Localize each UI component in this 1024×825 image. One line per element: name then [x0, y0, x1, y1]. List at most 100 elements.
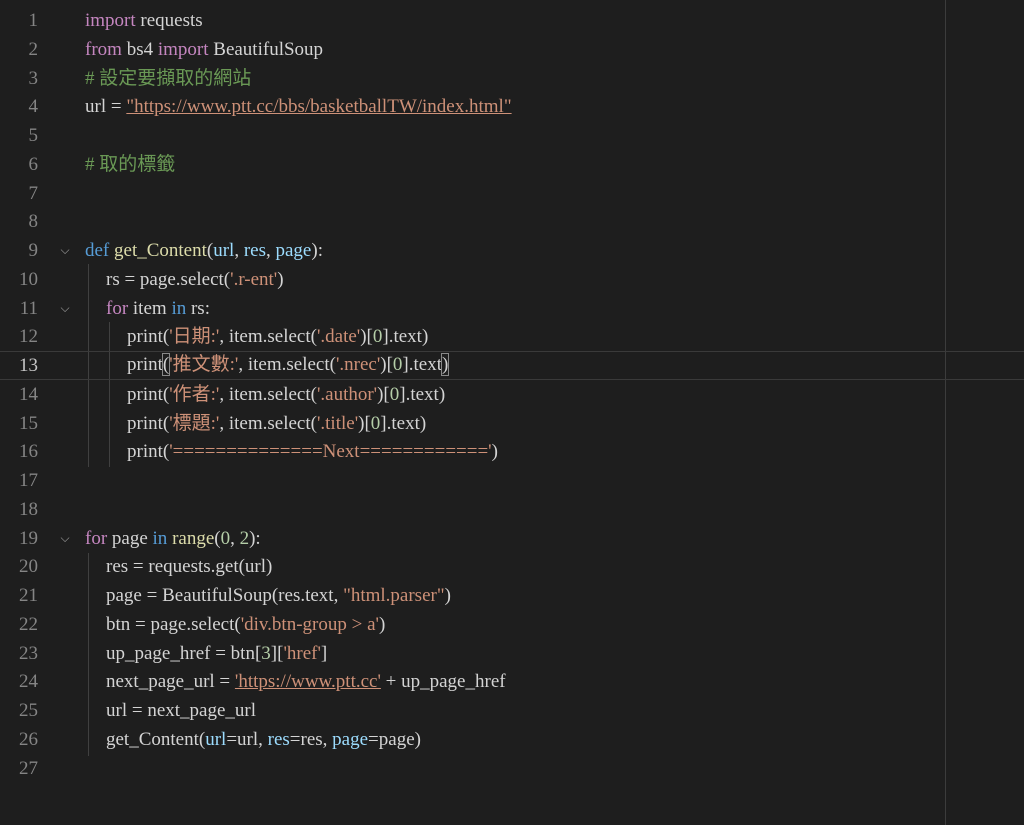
code-text: next_page_url = 'https://www.ptt.cc' + u…	[106, 667, 506, 696]
code-line[interactable]: 19 ⌵ for page in range(0, 2):	[0, 524, 1024, 553]
code-token: requests	[135, 10, 203, 31]
code-token: ):	[311, 240, 323, 261]
code-token: =page)	[368, 728, 421, 750]
line-number: 27	[19, 757, 38, 779]
line-number: 24	[19, 671, 38, 693]
line-number: 17	[19, 470, 38, 491]
code-token: ,	[234, 240, 244, 261]
code-token: page = BeautifulSoup(res.text,	[106, 585, 344, 606]
code-line[interactable]: 2 from bs4 import BeautifulSoup	[0, 35, 1024, 64]
line-number: 25	[19, 700, 38, 721]
code-text: def get_Content(url, res, page):	[85, 236, 323, 265]
code-token: bs4	[121, 38, 158, 60]
code-line[interactable]: 11 ⌵ for item in rs:	[0, 294, 1024, 323]
code-line[interactable]: 5	[0, 121, 1024, 150]
code-text: page = BeautifulSoup(res.text, "html.par…	[106, 581, 451, 610]
code-text: url = "https://www.ptt.cc/bbs/basketball…	[85, 92, 512, 121]
line-number: 21	[19, 585, 38, 606]
code-token: )[	[377, 383, 390, 405]
code-token: '.nrec'	[335, 354, 381, 375]
code-text: # 設定要擷取的網站	[85, 64, 251, 93]
code-token: def	[85, 240, 110, 261]
code-text: print('推文數:', item.select('.nrec')[0].te…	[127, 351, 450, 378]
code-line[interactable]: 8	[0, 207, 1024, 236]
code-text: rs = page.select('.r-ent')	[106, 265, 284, 294]
code-line[interactable]: 24 next_page_url = 'https://www.ptt.cc' +…	[0, 667, 1024, 696]
code-line[interactable]: 22 btn = page.select('div.btn-group > a')	[0, 610, 1024, 639]
code-token: '推文數:'	[169, 354, 239, 375]
code-token: url =	[85, 96, 127, 118]
code-token: btn = page.select(	[106, 613, 241, 635]
line-number: 14	[19, 383, 38, 405]
code-token: )	[277, 268, 284, 290]
code-line[interactable]: 3 # 設定要擷取的網站	[0, 64, 1024, 93]
code-token: ][	[270, 642, 284, 664]
code-token: from	[85, 38, 122, 60]
code-token: '.r-ent'	[230, 268, 278, 290]
code-text: import requests	[85, 6, 203, 35]
line-number: 10	[19, 268, 38, 290]
code-line[interactable]: 27	[0, 754, 1024, 783]
code-token: ].text)	[382, 326, 429, 348]
code-line[interactable]: 13 print('推文數:', item.select('.nrec')[0].…	[0, 351, 1024, 380]
code-line[interactable]: 10 rs = page.select('.r-ent')	[0, 265, 1024, 294]
code-token: )	[491, 441, 498, 463]
code-token: res = requests.get(url)	[106, 556, 273, 578]
code-token: , item.select(	[219, 326, 317, 348]
code-token: ].text	[402, 354, 442, 375]
code-token: ):	[249, 527, 261, 549]
code-line[interactable]: 17	[0, 466, 1024, 495]
code-line[interactable]: 1 import requests	[0, 6, 1024, 35]
code-line[interactable]: 20 res = requests.get(url)	[0, 552, 1024, 581]
code-token: page	[332, 728, 369, 750]
code-token: ,	[266, 240, 276, 261]
code-line[interactable]: 14 print('作者:', item.select('.author')[0]…	[0, 380, 1024, 409]
fold-chevron-icon[interactable]: ⌵	[58, 524, 72, 553]
code-token: rs:	[186, 297, 210, 319]
code-token: '標題:'	[169, 412, 220, 434]
code-text: get_Content(url=url, res=res, page=page)	[106, 725, 421, 754]
line-number: 22	[19, 613, 38, 635]
code-token: ].text)	[399, 383, 446, 405]
code-token: "html.parser"	[343, 585, 445, 606]
line-number: 11	[19, 297, 38, 319]
code-line[interactable]: 21 page = BeautifulSoup(res.text, "html.p…	[0, 581, 1024, 610]
code-line[interactable]: 16 print('==============Next============'…	[0, 437, 1024, 466]
code-token: import	[85, 10, 136, 31]
code-token: print	[127, 354, 163, 375]
line-number: 12	[19, 326, 38, 348]
code-text: url = next_page_url	[106, 696, 256, 725]
code-token: + up_page_href	[380, 671, 506, 693]
line-number: 18	[19, 498, 38, 520]
code-line[interactable]: 15 print('標題:', item.select('.title')[0].…	[0, 409, 1024, 438]
code-token: item	[128, 297, 172, 319]
code-text: print('==============Next============')	[127, 437, 498, 466]
line-number: 15	[19, 412, 38, 434]
code-token: page	[275, 240, 312, 261]
code-line[interactable]: 18	[0, 495, 1024, 524]
code-line[interactable]: 23 up_page_href = btn[3]['href']	[0, 639, 1024, 668]
code-line[interactable]: 25 url = next_page_url	[0, 696, 1024, 725]
code-editor[interactable]: 1 import requests 2 from bs4 import Beautif…	[0, 0, 1024, 825]
fold-chevron-icon[interactable]: ⌵	[58, 294, 72, 323]
code-token: url	[205, 728, 227, 750]
code-line[interactable]: 6 # 取的標籤	[0, 150, 1024, 179]
line-number: 3	[28, 67, 39, 89]
line-number: 23	[19, 642, 38, 664]
code-token: )	[444, 585, 451, 606]
line-number: 2	[28, 38, 39, 60]
code-text: print('日期:', item.select('.date')[0].tex…	[127, 322, 428, 351]
code-token: )[	[380, 354, 393, 375]
code-line[interactable]: 9 ⌵ def get_Content(url, res, page):	[0, 236, 1024, 265]
code-line[interactable]: 12 print('日期:', item.select('.date')[0].t…	[0, 322, 1024, 351]
line-number: 7	[28, 182, 39, 204]
code-text: btn = page.select('div.btn-group > a')	[106, 610, 385, 639]
code-token: 0	[220, 527, 231, 549]
code-token: 0	[389, 383, 400, 405]
code-token: =url,	[226, 728, 268, 750]
code-token: 3	[261, 642, 271, 664]
code-line[interactable]: 26 get_Content(url=url, res=res, page=pag…	[0, 725, 1024, 754]
code-line[interactable]: 4 url = "https://www.ptt.cc/bbs/basketbal…	[0, 92, 1024, 121]
code-line[interactable]: 7	[0, 179, 1024, 208]
fold-chevron-icon[interactable]: ⌵	[58, 236, 72, 265]
